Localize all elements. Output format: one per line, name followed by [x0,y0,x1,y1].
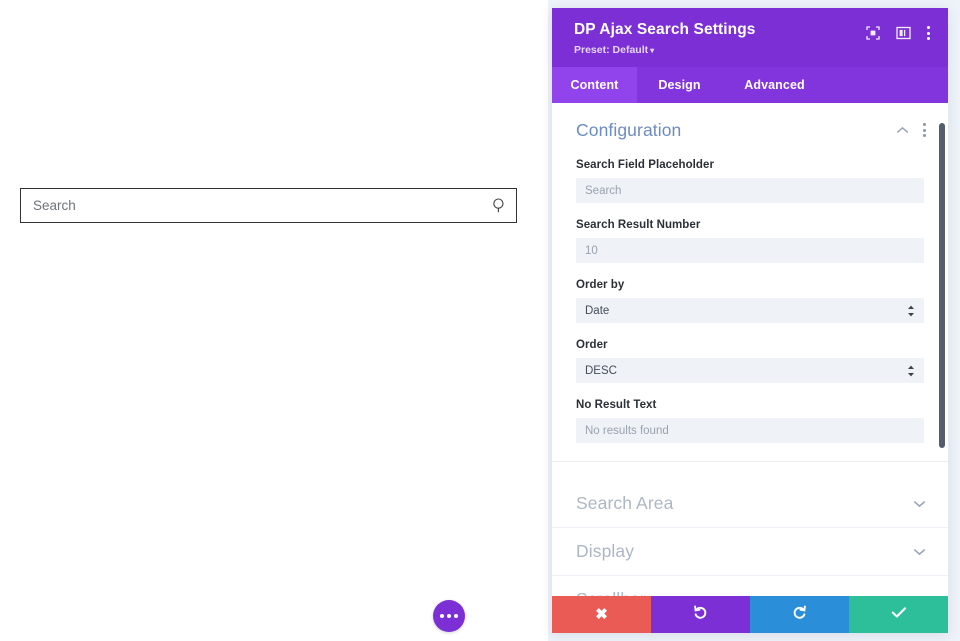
field-search-field-placeholder: Search Field Placeholder [552,159,948,203]
app-root: DP Ajax Search Settings Preset: Default▾ [0,0,960,641]
panel-body: Configuration [552,103,948,596]
panel-tabs: Content Design Advanced [552,67,948,103]
panel-scroll-area: Configuration [552,103,948,596]
redo-arrow-icon [792,605,807,625]
kebab-menu-icon[interactable] [927,26,930,40]
chevron-down-icon[interactable] [913,547,926,556]
field-label: Search Field Placeholder [576,159,924,171]
tab-design[interactable]: Design [637,67,722,103]
field-label: Search Result Number [576,219,924,231]
kebab-dot [927,37,930,40]
save-button[interactable] [849,596,948,633]
order-by-select[interactable]: Date [576,298,924,323]
chevron-down-icon[interactable] [913,499,926,508]
order-select[interactable]: DESC [576,358,924,383]
magnifier-icon[interactable] [482,197,516,214]
ellipsis-dot [454,614,458,618]
page-settings-fab[interactable] [433,600,465,632]
panel-header: DP Ajax Search Settings Preset: Default▾ [552,8,948,67]
field-label: Order [576,339,924,351]
section-title: Search Area [576,493,913,514]
section-title: Scrollbar [576,589,913,596]
field-label: Order by [576,279,924,291]
chevron-down-icon: ▾ [650,46,654,55]
section-scrollbar[interactable]: Scrollbar [552,576,948,596]
kebab-dot [923,129,926,132]
panel-layout-icon[interactable] [896,26,911,40]
select-spinner-icon [907,305,915,317]
field-no-result-text: No Result Text [552,399,948,443]
ellipsis-dot [440,614,444,618]
panel-header-icons [866,26,930,40]
ajax-search-widget[interactable] [20,188,517,223]
kebab-menu-icon[interactable] [923,123,926,137]
redo-button[interactable] [750,596,849,633]
section-divider [552,461,948,462]
undo-button[interactable] [651,596,750,633]
ellipsis-dot [447,614,451,618]
undo-arrow-icon [693,605,708,625]
panel-footer-actions: ✖ [552,596,948,633]
focus-expand-icon[interactable] [866,26,880,40]
order-value: DESC [585,365,907,377]
chevron-up-icon[interactable] [896,126,909,135]
chevron-down-icon[interactable] [913,595,926,596]
preset-label: Preset: Default [574,44,648,56]
field-label: No Result Text [576,399,924,411]
kebab-dot [927,32,930,35]
section-display[interactable]: Display [552,528,948,576]
field-order: Order DESC [552,339,948,383]
no-result-text-input[interactable] [576,418,924,443]
tab-content[interactable]: Content [552,67,637,103]
section-title: Display [576,541,913,562]
select-spinner-icon [907,365,915,377]
search-input[interactable] [21,198,482,213]
close-x-icon: ✖ [595,607,608,622]
search-field-placeholder-input[interactable] [576,178,924,203]
section-title: Configuration [576,120,896,141]
section-search-area[interactable]: Search Area [552,480,948,528]
order-by-value: Date [585,305,907,317]
section-configuration: Configuration [552,103,948,480]
panel-scrollbar-thumb[interactable] [939,123,945,448]
field-search-result-number: Search Result Number [552,219,948,263]
tab-advanced[interactable]: Advanced [722,67,827,103]
preset-selector[interactable]: Preset: Default▾ [574,43,926,58]
page-canvas [0,0,548,641]
settings-panel: DP Ajax Search Settings Preset: Default▾ [552,8,948,633]
cancel-button[interactable]: ✖ [552,596,651,633]
section-configuration-header[interactable]: Configuration [552,117,948,143]
field-order-by: Order by Date [552,279,948,323]
kebab-dot [923,134,926,137]
kebab-dot [923,123,926,126]
search-result-number-input[interactable] [576,238,924,263]
kebab-dot [927,26,930,29]
checkmark-icon [891,606,907,624]
